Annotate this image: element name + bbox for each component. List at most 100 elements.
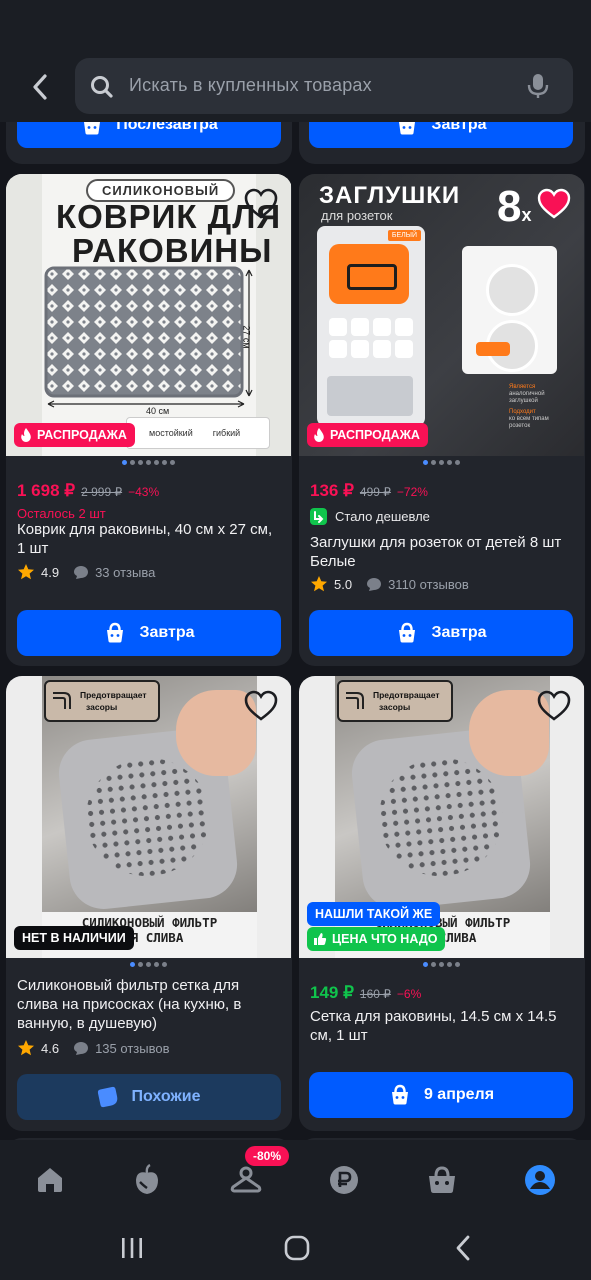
reviews: 33 отзыва xyxy=(73,565,155,580)
basket-icon xyxy=(107,622,124,643)
nav-fashion[interactable] xyxy=(226,1160,266,1200)
home-button[interactable] xyxy=(277,1232,317,1264)
comment-icon xyxy=(74,1041,89,1055)
same-found-badge: НАШЛИ ТАКОЙ ЖЕ xyxy=(307,902,441,926)
nav-fresh[interactable] xyxy=(127,1160,167,1200)
discount-percent: −72% xyxy=(396,485,428,499)
basket-icon xyxy=(84,122,101,135)
star-icon xyxy=(18,1040,34,1056)
similar-button-label: Похожие xyxy=(131,1088,201,1105)
system-back-button[interactable] xyxy=(443,1232,483,1264)
stock-left: Осталось 2 шт xyxy=(17,506,106,521)
product-card[interactable]: Предотвращает засоры СИЛИКОНОВЫЙ ФИЛЬТР … xyxy=(299,676,585,1131)
search-input[interactable]: Искать в купленных товарах xyxy=(75,58,573,114)
good-price-label: ЦЕНА ЧТО НАДО xyxy=(332,932,438,946)
rating-row: 4.9 33 отзыва xyxy=(17,563,155,581)
image-subheadline: для розеток xyxy=(321,208,393,223)
image-title-line2: РАКОВИНЫ xyxy=(72,232,273,269)
system-nav-bar xyxy=(0,1216,591,1280)
reviews-count: 3110 отзывов xyxy=(388,576,469,592)
dimension-width-label: 40 см xyxy=(146,406,170,416)
back-button[interactable] xyxy=(24,70,56,104)
image-top-text: засоры xyxy=(379,702,411,712)
image-note-line: заглушкой xyxy=(509,398,538,404)
delivery-button[interactable]: Завтра xyxy=(17,610,281,656)
recent-apps-button[interactable] xyxy=(112,1232,152,1264)
sale-badge: РАСПРОДАЖА xyxy=(14,423,135,447)
product-card[interactable]: ЗАГЛУШКИ для розеток 8x БЕЛЫЙ Является а… xyxy=(299,174,585,666)
reviews: 3110 отзывов xyxy=(366,577,469,592)
product-title[interactable]: Сетка для раковины, 14.5 см х 14.5 см, 1… xyxy=(310,1007,572,1045)
delivery-button[interactable]: 9 апреля xyxy=(309,1072,573,1118)
image-note-line: Является xyxy=(509,384,536,390)
recent-apps-icon xyxy=(122,1238,142,1258)
rating-value: 4.6 xyxy=(41,1040,60,1056)
price-dropped: Стало дешевле xyxy=(310,508,430,525)
product-feed: Послезавтра Завтра СИЛИКОНОВЫЙ КОВРИК ДЛ… xyxy=(0,122,591,1140)
delivery-button-label: Завтра xyxy=(139,624,195,641)
image-pagination xyxy=(299,460,584,465)
image-headline: ЗАГЛУШКИ xyxy=(319,182,461,209)
fresh-icon xyxy=(136,1164,158,1194)
delivery-button[interactable]: Послезавтра xyxy=(17,122,281,148)
out-of-stock-badge: НЕТ В НАЛИЧИИ xyxy=(14,926,134,950)
cart-icon xyxy=(429,1166,455,1193)
chevron-left-icon xyxy=(33,74,47,100)
product-card[interactable]: Завтра xyxy=(299,122,585,164)
sale-badge-label: РАСПРОДАЖА xyxy=(37,428,127,442)
image-top-text: Предотвращает xyxy=(373,690,440,700)
ruble-icon xyxy=(330,1166,358,1194)
heart-icon[interactable] xyxy=(244,690,278,722)
similar-icon xyxy=(98,1086,118,1108)
search-placeholder: Искать в купленных товарах xyxy=(129,75,372,95)
image-top-box: Предотвращает засоры xyxy=(44,680,160,722)
heart-icon[interactable] xyxy=(244,188,278,220)
image-note-line: Подходит xyxy=(509,409,536,415)
image-note: Является аналогичной заглушкой Подходит … xyxy=(509,384,579,430)
delivery-button-label: Завтра xyxy=(431,122,487,133)
product-card[interactable]: СИЛИКОНОВЫЙ КОВРИК ДЛЯ РАКОВИНЫ 40 см 27… xyxy=(6,174,292,666)
promo-badge: -80% xyxy=(245,1146,290,1166)
similar-button[interactable]: Похожие xyxy=(17,1074,281,1120)
nav-home[interactable] xyxy=(30,1160,70,1200)
image-footer-text: гибкий xyxy=(212,428,241,438)
product-title[interactable]: Коврик для раковины, 40 см х 27 см, 1 шт xyxy=(17,520,279,558)
product-title[interactable]: Заглушки для розеток от детей 8 шт Белые xyxy=(310,533,572,571)
image-count: 8x xyxy=(497,182,532,232)
price-down-icon xyxy=(310,508,327,525)
rating-value: 5.0 xyxy=(334,576,353,592)
out-of-stock-label: НЕТ В НАЛИЧИИ xyxy=(22,931,126,945)
pipe-icon xyxy=(53,692,71,709)
comment-icon xyxy=(74,565,89,579)
microphone-icon[interactable] xyxy=(527,73,549,99)
nav-cart[interactable] xyxy=(422,1160,462,1200)
heart-filled-icon[interactable] xyxy=(537,188,571,220)
sink-mat-illustration xyxy=(44,266,244,398)
product-card[interactable]: Послезавтра xyxy=(6,122,292,164)
current-price: 1 698 ₽ xyxy=(17,481,76,500)
star-icon xyxy=(311,576,327,592)
discount-percent: −6% xyxy=(396,987,422,1001)
product-title[interactable]: Силиконовый фильтр сетка для слива на пр… xyxy=(17,976,279,1033)
top-bar: Искать в купленных товарах xyxy=(0,0,591,122)
heart-icon[interactable] xyxy=(537,690,571,722)
delivery-button-label: 9 апреля xyxy=(423,1086,495,1103)
search-icon xyxy=(91,76,113,98)
reviews: 135 отзывов xyxy=(73,1041,169,1056)
reviews-count: 135 отзывов xyxy=(95,1040,170,1056)
current-price: 136 ₽ xyxy=(310,481,354,500)
nav-profile[interactable] xyxy=(520,1160,560,1200)
product-card[interactable]: Предотвращает засоры СИЛИКОНОВЫЙ ФИЛЬТР … xyxy=(6,676,292,1131)
fire-icon xyxy=(21,428,31,442)
delivery-button[interactable]: Завтра xyxy=(309,122,573,148)
delivery-button-label: Завтра xyxy=(431,624,487,641)
packaging: БЕЛЫЙ xyxy=(317,226,425,426)
delivery-button[interactable]: Завтра xyxy=(309,610,573,656)
price-row: 149 ₽ 160 ₽ −6% xyxy=(310,983,421,1003)
nav-finance[interactable] xyxy=(324,1160,364,1200)
old-price: 160 ₽ xyxy=(359,987,391,1001)
image-top-text: Предотвращает xyxy=(80,690,147,700)
image-top-box: Предотвращает засоры xyxy=(337,680,453,722)
hanger-icon xyxy=(230,1166,262,1193)
home-icon xyxy=(38,1168,62,1192)
